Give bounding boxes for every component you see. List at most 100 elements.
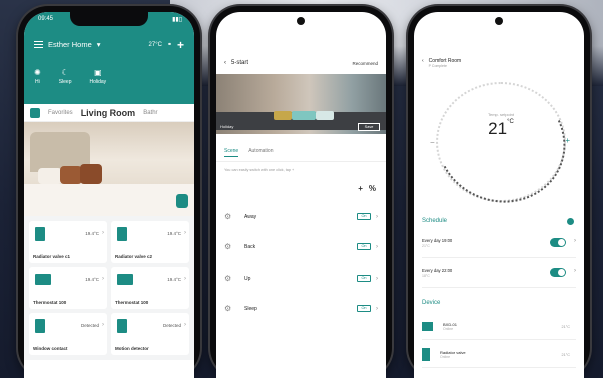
chevron-right-icon: › — [184, 230, 186, 236]
chevron-right-icon: › — [184, 322, 186, 328]
mode-holiday[interactable]: ▣ Holiday — [90, 68, 107, 85]
dial-caption: Temp. setpoint — [487, 112, 514, 117]
device-status: Online — [440, 355, 451, 359]
setpoint-unit: °C — [507, 119, 514, 125]
scene-run-button[interactable]: On — [357, 243, 371, 250]
device-name: Motion detector — [115, 346, 149, 351]
scene-run-button[interactable]: On — [357, 213, 371, 220]
add-schedule-button[interactable] — [567, 218, 574, 225]
chevron-right-icon: › — [102, 276, 104, 282]
schedule-row[interactable]: Every day 22:00 18°C › — [422, 264, 576, 288]
chevron-right-icon: › — [102, 230, 104, 236]
phone-thermostat-screen: ‹ Comfort Room P Complete Temp. setpoint… — [408, 6, 590, 378]
menu-icon[interactable] — [34, 41, 43, 48]
chevron-right-icon: › — [376, 243, 378, 250]
bed-sheet — [24, 184, 194, 216]
device-card[interactable]: Detected › Motion detector — [111, 313, 189, 355]
chevron-down-icon[interactable]: ▾ — [97, 40, 101, 49]
schedule-toggle[interactable] — [550, 268, 566, 277]
scene-icon: ⚙ — [224, 304, 232, 313]
chevron-right-icon: › — [376, 275, 378, 282]
device-value: 19.4°C — [85, 231, 99, 236]
scene-row[interactable]: ⚙ Sleep On › — [224, 304, 378, 313]
device-card[interactable]: 19.4°C › Thermostat 100 — [111, 267, 189, 309]
sun-icon: ✺ — [34, 68, 41, 77]
screen: ‹ 5-start Recommend Holiday Save Scene A… — [216, 12, 386, 378]
device-card[interactable]: 19.4°C › Thermostat 100 — [29, 267, 107, 309]
scene-name: Sleep — [244, 305, 257, 312]
scene-name: Away — [244, 213, 257, 220]
chevron-right-icon: › — [102, 322, 104, 328]
scene-row[interactable]: ⚙ Back On › — [224, 242, 378, 251]
home-name[interactable]: Esther Home — [48, 40, 92, 49]
chevron-right-icon: › — [574, 268, 576, 274]
phone-home-screen: 09:45 ▮▮▯ Esther Home ▾ 27°C ⚭ + ✺ Hi ☾ … — [18, 6, 200, 378]
screen: 09:45 ▮▮▯ Esther Home ▾ 27°C ⚭ + ✺ Hi ☾ … — [24, 12, 194, 378]
schedule-row[interactable]: Every day 19:00 21°C › — [422, 234, 576, 258]
device-level: 21°C — [561, 352, 570, 357]
scene-tabs: Scene Automation — [216, 134, 386, 162]
banner-button[interactable]: Save — [358, 123, 380, 131]
pillow — [38, 168, 62, 184]
device-value: 19.4°C — [167, 277, 181, 282]
scene-row[interactable]: ⚙ Up On › — [224, 274, 378, 283]
device-card[interactable]: Detected › Window contact — [29, 313, 107, 355]
thermostat-icon — [422, 322, 433, 331]
back-arrow-icon[interactable]: ‹ — [224, 60, 226, 66]
page-title: 5-start — [231, 60, 249, 66]
scene-name: Back — [244, 243, 256, 250]
device-name: Thermostat 100 — [115, 300, 149, 305]
device-row[interactable]: Radiator valve Online 21°C — [422, 342, 576, 368]
cushion — [274, 111, 292, 120]
percent-button[interactable]: % — [369, 184, 376, 193]
microphone-icon[interactable] — [176, 194, 188, 208]
schedule-toggle[interactable] — [550, 238, 566, 247]
window-contact-icon — [35, 319, 45, 333]
recommend-link[interactable]: Recommend — [352, 61, 378, 66]
device-row[interactable]: BXD-01 Online 21°C — [422, 314, 576, 340]
scene-run-button[interactable]: On — [357, 305, 371, 312]
device-name: Window contact — [33, 346, 68, 351]
mode-sleep[interactable]: ☾ Sleep — [59, 68, 72, 85]
device-level: 21°C — [561, 324, 570, 329]
scene-name: Up — [244, 275, 251, 282]
chevron-right-icon: › — [184, 276, 186, 282]
link-icon[interactable]: ⚭ — [167, 41, 172, 48]
increase-button[interactable]: + — [565, 136, 570, 145]
mode-label: Hi — [34, 79, 40, 85]
mode-hi[interactable]: ✺ Hi — [34, 68, 41, 85]
device-name: Radiator valve c2 — [115, 254, 153, 259]
home-temperature: 27°C — [148, 41, 162, 48]
scene-banner-photo: Holiday Save — [216, 74, 386, 134]
back-arrow-icon[interactable]: ‹ — [422, 58, 424, 68]
device-card[interactable]: 19.4°C › Radiator valve c2 — [111, 221, 189, 263]
device-value: 19.4°C — [85, 277, 99, 282]
device-card[interactable]: 19.4°C › Radiator valve c1 — [29, 221, 107, 263]
pillow — [60, 166, 82, 184]
home-selector-row: Esther Home ▾ 27°C ⚭ + — [34, 39, 184, 51]
device-name: Radiator valve c1 — [33, 254, 71, 259]
device-value: 19.4°C — [167, 231, 181, 236]
decrease-button[interactable]: − — [430, 138, 435, 147]
sleep-icon: ☾ — [61, 68, 69, 77]
tab-automation[interactable]: Automation — [248, 148, 273, 157]
device-status: Online — [443, 327, 454, 331]
radiator-valve-icon — [422, 348, 430, 361]
screen: ‹ Comfort Room P Complete Temp. setpoint… — [414, 12, 584, 378]
device-name: Thermostat 100 — [33, 300, 67, 305]
thermostat-icon — [35, 274, 51, 285]
add-device-button[interactable]: + — [177, 39, 184, 51]
nav-bar: ‹ Comfort Room P Complete — [422, 58, 461, 68]
tab-living-room[interactable]: Living Room — [81, 108, 136, 118]
radiator-valve-icon — [35, 227, 45, 241]
grid-icon[interactable] — [30, 107, 40, 118]
tab-bathroom[interactable]: Bathr — [143, 110, 157, 116]
add-scene-button[interactable]: + — [358, 184, 363, 193]
tab-favorites[interactable]: Favorites — [48, 110, 73, 116]
chevron-right-icon: › — [376, 305, 378, 312]
scene-run-button[interactable]: On — [357, 275, 371, 282]
device-heading: Device — [422, 300, 441, 306]
scene-row[interactable]: ⚙ Away On › — [224, 212, 378, 221]
dial-readout: Temp. setpoint 21°C — [464, 112, 538, 172]
tab-scene[interactable]: Scene — [224, 148, 239, 157]
